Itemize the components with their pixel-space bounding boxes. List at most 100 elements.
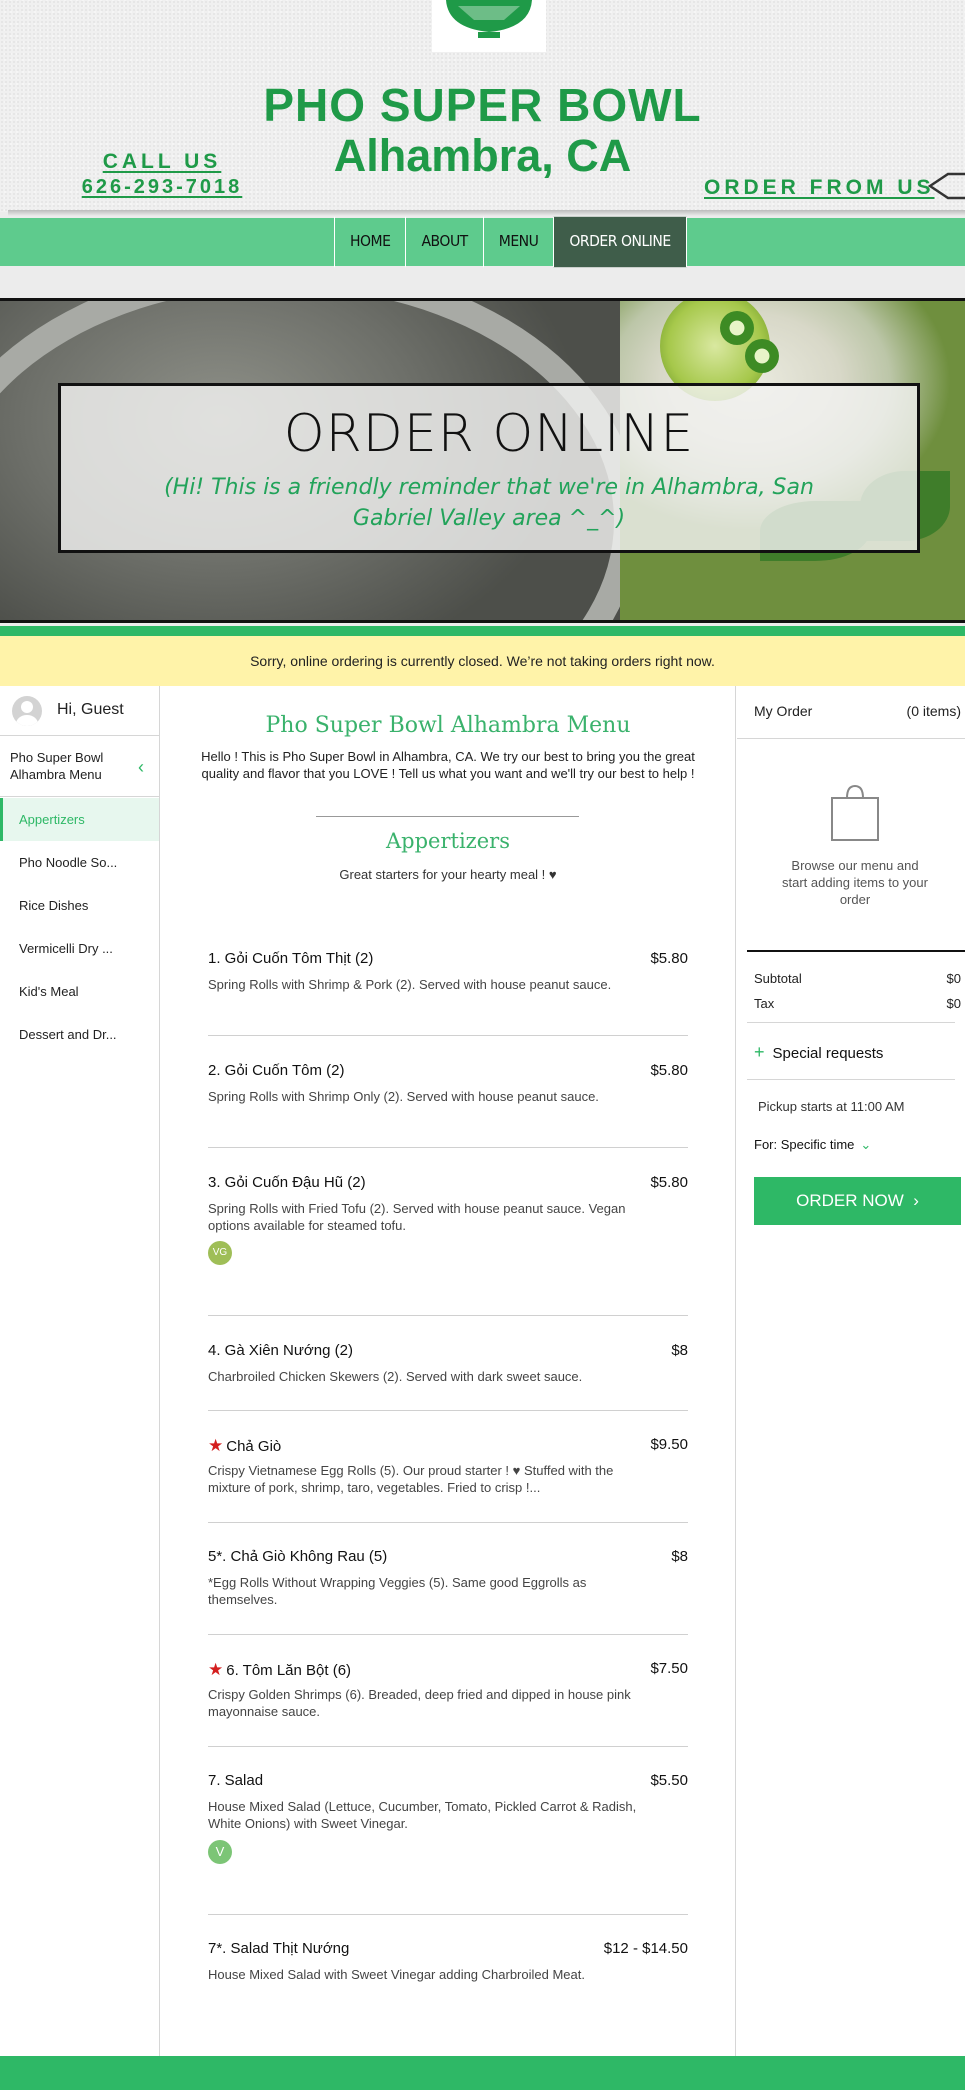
tax-label: Tax — [754, 996, 775, 1011]
guest-greeting: Hi, Guest — [57, 701, 124, 718]
hero-title: ORDER ONLINE — [283, 404, 695, 464]
menu-name: Pho Super Bowl Alhambra Menu — [10, 750, 104, 782]
main-nav: HOME ABOUT MENU ORDER ONLINE — [0, 216, 965, 268]
header-shadow — [8, 210, 965, 216]
menu-intro: Hello ! This is Pho Super Bowl in Alhamb… — [201, 749, 695, 781]
pickup-time-value: For: Specific time — [754, 1137, 855, 1152]
category-list: Appertizers Pho Noodle So... Rice Dishes… — [0, 798, 159, 1056]
category-sidebar: Hi, Guest Pho Super Bowl Alhambra Menu ‹… — [0, 686, 160, 2056]
vegan-badge: VG — [208, 1241, 232, 1265]
menu-item[interactable]: 5*. Chả Giò Không Rau (5) $8 *Egg Rolls … — [208, 1548, 688, 1628]
order-from-us-link[interactable]: ORDER FROM US — [704, 176, 935, 200]
item-price: $8 — [671, 1548, 688, 1565]
section-description: Great starters for your hearty meal ! ♥ — [339, 867, 557, 882]
closed-notice: Sorry, online ordering is currently clos… — [0, 636, 965, 686]
nav-about[interactable]: ABOUT — [405, 216, 482, 268]
star-icon: ★ — [208, 1660, 224, 1679]
menu-item[interactable]: 7. Salad $5.50 House Mixed Salad (Lettuc… — [208, 1772, 688, 1912]
hero-banner: ORDER ONLINE (Hi! This is a friendly rem… — [0, 298, 965, 623]
item-description: Crispy Vietnamese Egg Rolls (5). Our pro… — [208, 1463, 614, 1495]
item-divider — [208, 1746, 688, 1747]
plus-icon: + — [754, 1042, 765, 1062]
item-name: 7*. Salad Thịt Nướng — [208, 1940, 350, 1957]
item-name: ★ Chả Giò — [208, 1436, 281, 1456]
arrow-left-icon[interactable] — [928, 170, 965, 202]
section-divider — [316, 816, 579, 817]
menu-item[interactable]: 4. Gà Xiên Nướng (2) $8 Charbroiled Chic… — [208, 1342, 688, 1402]
item-price: $12 - $14.50 — [603, 1940, 688, 1957]
avatar — [12, 696, 42, 726]
vegetarian-badge: V — [208, 1840, 232, 1864]
menu-item[interactable]: 7*. Salad Thịt Nướng $12 - $14.50 House … — [208, 1940, 688, 2020]
category-pho-noodle-soup[interactable]: Pho Noodle So... — [0, 841, 159, 884]
call-us-link[interactable]: CALL US — [72, 150, 252, 174]
subtotal-value: $0 — [946, 971, 961, 986]
bowl-logo-icon — [446, 0, 532, 38]
item-description: Spring Rolls with Fried Tofu (2). Served… — [208, 1201, 626, 1233]
empty-cart-message: Browse our menu and start adding items t… — [782, 858, 928, 907]
item-divider — [208, 1035, 688, 1036]
menu-selector[interactable]: Pho Super Bowl Alhambra Menu ‹ — [0, 737, 159, 797]
item-name-text: Chả Giò — [226, 1438, 282, 1455]
item-name: 7. Salad — [208, 1772, 264, 1789]
menu-item[interactable]: 3. Gỏi Cuốn Đậu Hũ (2) $5.80 Spring Roll… — [208, 1174, 688, 1314]
menu-item[interactable]: 1. Gỏi Cuốn Tôm Thịt (2) $5.80 Spring Ro… — [208, 950, 688, 1030]
order-now-button[interactable]: ORDER NOW › — [754, 1177, 961, 1225]
item-price: $9.50 — [650, 1436, 688, 1453]
chevron-right-icon: › — [913, 1191, 919, 1210]
item-price: $5.80 — [650, 1062, 688, 1079]
item-description: Spring Rolls with Shrimp & Pork (2). Ser… — [208, 977, 612, 992]
category-appetizers[interactable]: Appertizers — [0, 798, 159, 841]
item-divider — [208, 1634, 688, 1635]
totals-divider — [747, 950, 965, 952]
category-kids-meal[interactable]: Kid's Meal — [0, 970, 159, 1013]
star-icon: ★ — [208, 1436, 224, 1455]
cart-header: My Order (0 items) — [737, 686, 965, 739]
item-price: $8 — [671, 1342, 688, 1359]
item-name: 4. Gà Xiên Nướng (2) — [208, 1342, 353, 1359]
item-description: Crispy Golden Shrimps (6). Breaded, deep… — [208, 1687, 631, 1719]
guest-account[interactable]: Hi, Guest — [0, 686, 159, 736]
subtotal-label: Subtotal — [754, 971, 802, 986]
pepper-image — [745, 339, 779, 373]
section-title: Appertizers — [386, 829, 510, 853]
ordering-widget: Hi, Guest Pho Super Bowl Alhambra Menu ‹… — [0, 686, 965, 2056]
chevron-down-icon: ⌄ — [860, 1137, 872, 1152]
site-header: PHO SUPER BOWL Alhambra, CA CALL US 626-… — [0, 0, 965, 212]
item-name-text: 6. Tôm Lăn Bột (6) — [226, 1662, 352, 1679]
nav-home[interactable]: HOME — [334, 216, 405, 268]
cart-count: (0 items) — [906, 703, 961, 719]
category-dessert-drinks[interactable]: Dessert and Dr... — [0, 1013, 159, 1056]
item-description: Spring Rolls with Shrimp Only (2). Serve… — [208, 1089, 599, 1104]
divider — [747, 1022, 955, 1023]
item-description: House Mixed Salad with Sweet Vinegar add… — [208, 1967, 585, 1982]
menu-item[interactable]: ★ Chả Giò $9.50 Crispy Vietnamese Egg Rol… — [208, 1436, 688, 1516]
divider — [747, 1079, 955, 1080]
item-name: 2. Gỏi Cuốn Tôm (2) — [208, 1062, 345, 1079]
order-cart: My Order (0 items) Browse our menu and s… — [737, 686, 965, 2056]
nav-menu[interactable]: MENU — [482, 216, 554, 268]
divider-strip — [0, 626, 965, 636]
item-description: *Egg Rolls Without Wrapping Veggies (5).… — [208, 1575, 587, 1607]
item-name: 5*. Chả Giò Không Rau (5) — [208, 1548, 388, 1565]
pickup-time-select[interactable]: For: Specific time ⌄ — [754, 1137, 871, 1153]
category-vermicelli[interactable]: Vermicelli Dry ... — [0, 927, 159, 970]
hero-subtitle: (Hi! This is a friendly reminder that we… — [164, 475, 814, 531]
logo[interactable] — [432, 0, 546, 52]
site-footer — [0, 2056, 965, 2090]
item-description: House Mixed Salad (Lettuce, Cucumber, To… — [208, 1799, 637, 1831]
nav-order-online[interactable]: ORDER ONLINE — [553, 216, 687, 268]
special-requests-button[interactable]: + Special requests — [754, 1042, 883, 1063]
menu-content: Pho Super Bowl Alhambra Menu Hello ! Thi… — [160, 686, 736, 2056]
item-price: $5.50 — [650, 1772, 688, 1789]
phone-link[interactable]: 626-293-7018 — [72, 176, 252, 199]
menu-item[interactable]: ★ 6. Tôm Lăn Bột (6) $7.50 Crispy Golden … — [208, 1660, 688, 1740]
menu-item[interactable]: 2. Gỏi Cuốn Tôm (2) $5.80 Spring Rolls w… — [208, 1062, 688, 1142]
order-now-label: ORDER NOW — [796, 1191, 904, 1210]
item-name: ★ 6. Tôm Lăn Bột (6) — [208, 1660, 351, 1680]
item-divider — [208, 1410, 688, 1411]
item-price: $5.80 — [650, 1174, 688, 1191]
hero-box: ORDER ONLINE (Hi! This is a friendly rem… — [58, 383, 920, 553]
chevron-left-icon[interactable]: ‹ — [138, 757, 144, 778]
category-rice-dishes[interactable]: Rice Dishes — [0, 884, 159, 927]
